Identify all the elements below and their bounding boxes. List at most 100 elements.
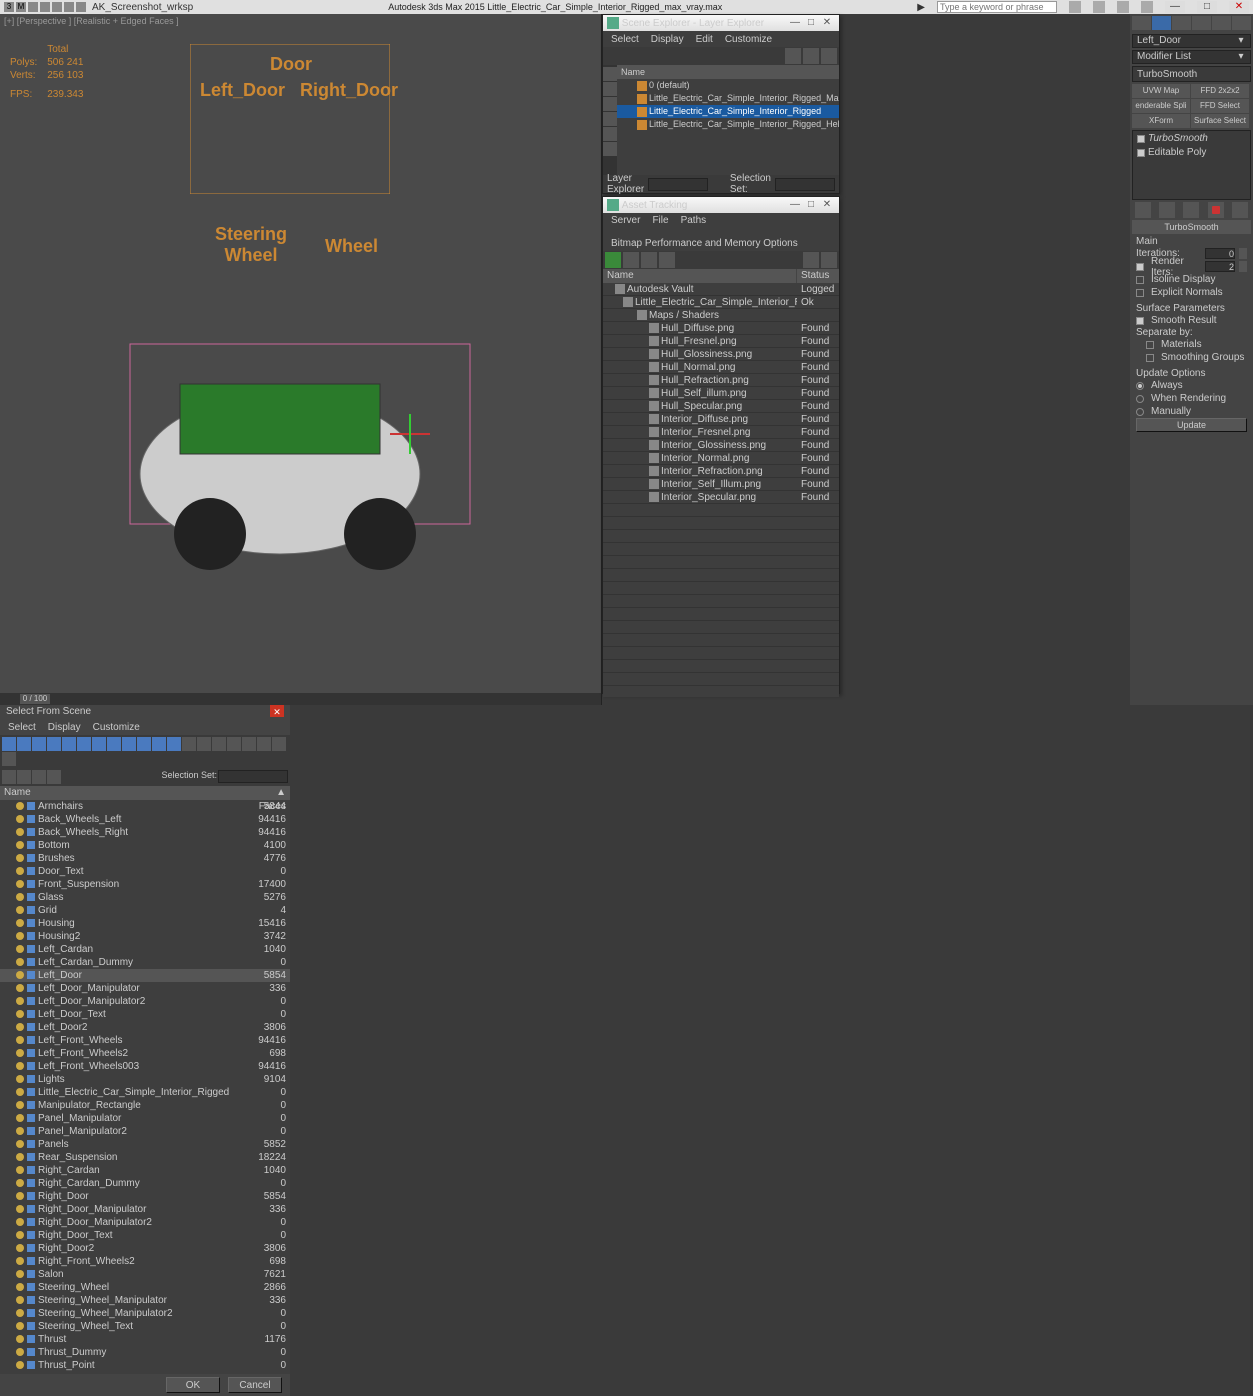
max-icon[interactable]: M — [16, 2, 26, 12]
smoothgrp-check[interactable] — [1146, 354, 1154, 362]
scene-object-row[interactable]: Front_Suspension17400 — [0, 878, 290, 891]
scene-object-row[interactable]: Left_Cardan_Dummy0 — [0, 956, 290, 969]
update-always-radio[interactable] — [1136, 382, 1144, 390]
ss-filter-btn[interactable] — [212, 737, 226, 751]
ss-filter-btn[interactable] — [197, 737, 211, 751]
asset-row[interactable]: Hull_Glossiness.pngFound — [603, 348, 839, 361]
ss-filter-btn[interactable] — [32, 737, 46, 751]
ss-close-button[interactable]: ✕ — [270, 705, 284, 717]
make-unique-icon[interactable] — [1183, 202, 1199, 218]
se-menu-customize[interactable]: Customize — [725, 34, 772, 45]
ss-filter-btn[interactable] — [62, 737, 76, 751]
at-tool-2[interactable] — [623, 252, 639, 268]
ss-tb2-3[interactable] — [32, 770, 46, 784]
scene-object-row[interactable]: Housing15416 — [0, 917, 290, 930]
iter-spinner[interactable] — [1239, 248, 1247, 259]
object-name-field[interactable]: Left_Door▾ — [1132, 34, 1251, 48]
se-filter-3[interactable] — [603, 97, 617, 111]
asset-row[interactable]: Interior_Self_Illum.pngFound — [603, 478, 839, 491]
ss-filter-btn[interactable] — [92, 737, 106, 751]
render-iters-input[interactable] — [1205, 261, 1235, 272]
scene-object-row[interactable]: Panel_Manipulator20 — [0, 1125, 290, 1138]
ss-filter-btn[interactable] — [2, 737, 16, 751]
se-filter-input[interactable] — [648, 178, 708, 191]
layer-row[interactable]: Little_Electric_Car_Simple_Interior_Rigg… — [617, 92, 839, 105]
ss-tb2-4[interactable] — [47, 770, 61, 784]
tab-create[interactable] — [1132, 16, 1151, 30]
explicit-check[interactable] — [1136, 289, 1144, 297]
favorite-icon[interactable] — [1093, 1, 1105, 13]
scene-object-row[interactable]: Manipulator_Rectangle0 — [0, 1099, 290, 1112]
render-iters-check[interactable] — [1136, 263, 1144, 271]
ss-filter-btn[interactable] — [77, 737, 91, 751]
scene-object-row[interactable]: Housing23742 — [0, 930, 290, 943]
se-filter-6[interactable] — [603, 142, 617, 156]
scene-object-row[interactable]: Left_Door_Manipulator20 — [0, 995, 290, 1008]
search-input[interactable] — [937, 1, 1057, 13]
update-manual-radio[interactable] — [1136, 408, 1144, 416]
scene-object-row[interactable]: Glass5276 — [0, 891, 290, 904]
stack-turbosmooth[interactable]: TurboSmooth — [1133, 131, 1250, 145]
redo-icon[interactable] — [76, 2, 86, 12]
scene-object-row[interactable]: Armchairs5844 — [0, 800, 290, 813]
se-tool-2[interactable] — [803, 48, 819, 64]
scene-object-row[interactable]: Right_Door_Manipulator336 — [0, 1203, 290, 1216]
asset-row[interactable]: Autodesk VaultLogged — [603, 283, 839, 296]
scene-object-row[interactable]: Right_Front_Wheels2698 — [0, 1255, 290, 1268]
se-menu-display[interactable]: Display — [651, 34, 684, 45]
scene-object-row[interactable]: Little_Electric_Car_Simple_Interior_Rigg… — [0, 1086, 290, 1099]
se-footer-btn2[interactable] — [721, 177, 726, 191]
at-menu-item[interactable]: Server — [611, 215, 640, 226]
time-slider-knob[interactable]: 0 / 100 — [20, 694, 50, 704]
login-icon[interactable] — [1117, 1, 1129, 13]
tab-modify[interactable] — [1152, 16, 1171, 30]
se-filter-1[interactable] — [603, 67, 617, 81]
ss-filter-btn[interactable] — [107, 737, 121, 751]
info-icon[interactable] — [1141, 1, 1153, 13]
se-selset-input[interactable] — [775, 178, 835, 191]
modifier-stack[interactable]: TurboSmooth Editable Poly — [1132, 130, 1251, 200]
at-help-icon[interactable] — [803, 252, 819, 268]
scene-object-row[interactable]: Door_Text0 — [0, 865, 290, 878]
ss-filter-btn[interactable] — [17, 737, 31, 751]
undo-icon[interactable] — [64, 2, 74, 12]
remove-modifier-icon[interactable] — [1208, 202, 1224, 218]
ss-menu-item[interactable]: Select — [8, 722, 36, 733]
se-min-button[interactable]: — — [787, 17, 803, 29]
scene-object-row[interactable]: Left_Door5854 — [0, 969, 290, 982]
at-menu-item[interactable]: Bitmap Performance and Memory Options — [611, 238, 798, 249]
se-filter-4[interactable] — [603, 112, 617, 126]
stack-editable-poly[interactable]: Editable Poly — [1133, 145, 1250, 159]
update-when-radio[interactable] — [1136, 395, 1144, 403]
ss-ok-button[interactable]: OK — [166, 1377, 220, 1393]
scene-object-row[interactable]: Right_Door_Manipulator20 — [0, 1216, 290, 1229]
asset-row[interactable]: Hull_Fresnel.pngFound — [603, 335, 839, 348]
scene-object-row[interactable]: Back_Wheels_Right94416 — [0, 826, 290, 839]
scene-object-row[interactable]: Panel_Manipulator0 — [0, 1112, 290, 1125]
at-max-button[interactable]: □ — [803, 199, 819, 211]
modifier-preset-btn[interactable]: Surface Select — [1191, 114, 1249, 128]
scene-object-row[interactable]: Right_Door23806 — [0, 1242, 290, 1255]
ss-filter-btn[interactable] — [272, 737, 286, 751]
viewport-label[interactable]: [+] [Perspective ] [Realistic + Edged Fa… — [4, 16, 179, 26]
se-footer-btn1[interactable] — [712, 177, 717, 191]
at-refresh-icon[interactable] — [605, 252, 621, 268]
scene-object-row[interactable]: Thrust_Point0 — [0, 1359, 290, 1372]
scene-object-row[interactable]: Rear_Suspension18224 — [0, 1151, 290, 1164]
configure-sets-icon[interactable] — [1232, 202, 1248, 218]
save-icon[interactable] — [52, 2, 62, 12]
minimize-button[interactable]: — — [1165, 1, 1185, 13]
se-menu-select[interactable]: Select — [611, 34, 639, 45]
mod-turbosmooth[interactable]: TurboSmooth Symmetry — [1133, 67, 1250, 81]
update-button[interactable]: Update — [1136, 418, 1247, 432]
scene-object-row[interactable]: Grid4 — [0, 904, 290, 917]
layer-row[interactable]: Little_Electric_Car_Simple_Interior_Rigg… — [617, 118, 839, 131]
at-close-button[interactable]: ✕ — [819, 199, 835, 211]
asset-row[interactable]: Little_Electric_Car_Simple_Interior_Rigg… — [603, 296, 839, 309]
ss-cancel-button[interactable]: Cancel — [228, 1377, 282, 1393]
ss-filter-btn[interactable] — [47, 737, 61, 751]
asset-row[interactable]: Interior_Diffuse.pngFound — [603, 413, 839, 426]
show-end-icon[interactable] — [1159, 202, 1175, 218]
ss-filter-btn[interactable] — [167, 737, 181, 751]
time-slider[interactable]: 0 / 100 — [0, 693, 601, 705]
